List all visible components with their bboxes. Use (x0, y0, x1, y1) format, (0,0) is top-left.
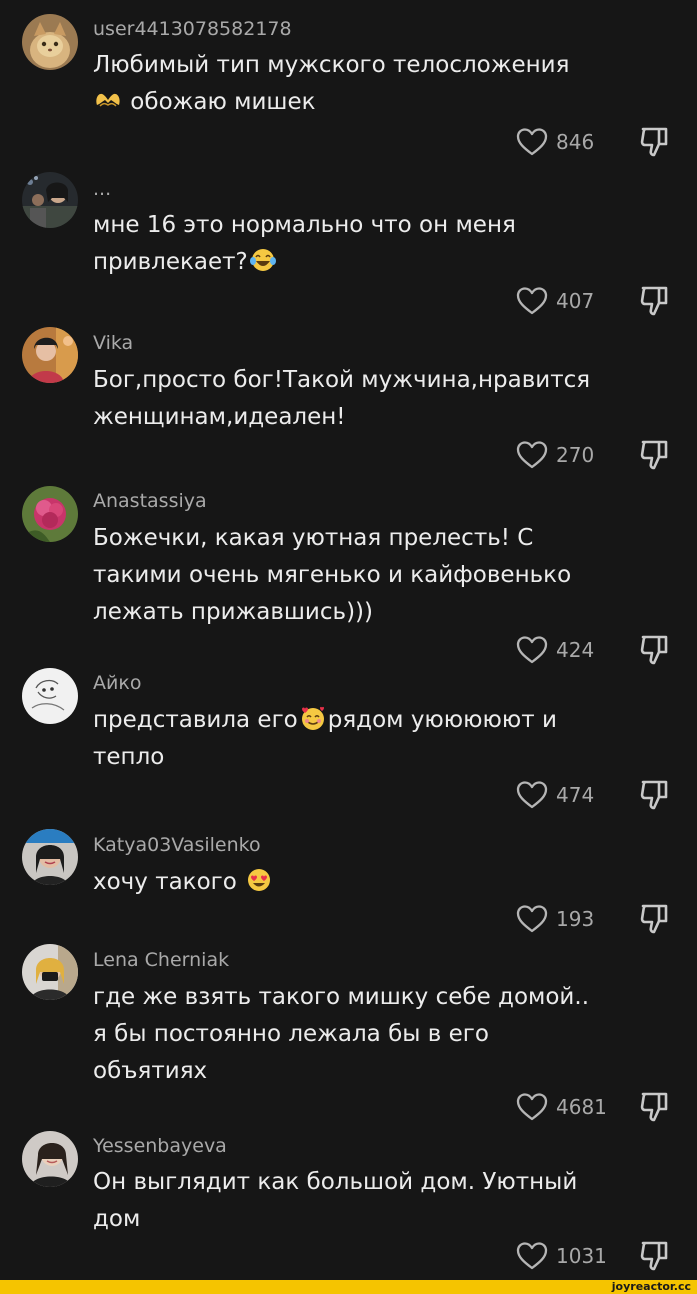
avatar[interactable] (22, 944, 78, 1000)
comment-text-part: Любимый тип мужского телосложения (93, 52, 570, 78)
comment-text-part: хочу такого (93, 869, 245, 895)
avatar[interactable] (22, 327, 78, 383)
like-button[interactable] (514, 283, 550, 319)
avatar[interactable] (22, 668, 78, 724)
comment-username[interactable]: Yessenbayeva (93, 1135, 227, 1157)
dislike-button[interactable] (636, 901, 672, 937)
comment-actions: 270 (0, 437, 697, 473)
smiling-hearts-emoji (299, 705, 327, 731)
heart-icon (516, 128, 548, 156)
avatar[interactable] (22, 1131, 78, 1187)
dislike-button[interactable] (636, 1089, 672, 1125)
like-button[interactable] (514, 1238, 550, 1274)
avatar[interactable] (22, 829, 78, 885)
comment-username[interactable]: Anastassiya (93, 490, 207, 512)
comment-text: хочу такого (93, 864, 653, 901)
comment-username[interactable]: Vika (93, 332, 133, 354)
thumbs-down-icon (640, 1092, 668, 1122)
comment-text-part: мне 16 это нормально что он меня привлек… (93, 212, 516, 275)
comment-actions: 424 (0, 632, 697, 668)
comment-text-part: где же взять такого мишку себе домой.. я… (93, 984, 590, 1084)
comment-text: Бог,просто бог!Такой мужчина,нравится же… (93, 362, 653, 436)
heart-icon (516, 441, 548, 469)
comment-username[interactable]: user4413078582178 (93, 18, 292, 40)
like-count: 1031 (556, 1244, 607, 1268)
like-button[interactable] (514, 777, 550, 813)
comment-actions: 846 (0, 124, 697, 160)
heart-icon (516, 1242, 548, 1270)
comment-text: Он выглядит как большой дом. Уютный дом (93, 1164, 653, 1238)
avatar[interactable] (22, 486, 78, 542)
comment-actions: 4681 (0, 1089, 697, 1125)
thumbs-down-icon (640, 440, 668, 470)
like-count: 4681 (556, 1095, 607, 1119)
tears-of-joy-emoji (249, 247, 277, 273)
comment-actions: 193 (0, 901, 697, 937)
heart-icon (516, 781, 548, 809)
like-button[interactable] (514, 437, 550, 473)
dislike-button[interactable] (636, 1238, 672, 1274)
heart-hands-emoji (94, 87, 122, 113)
watermark-bar: joyreactor.cc (0, 1280, 697, 1294)
dislike-button[interactable] (636, 632, 672, 668)
avatar[interactable] (22, 172, 78, 228)
comment-text-part: Он выглядит как большой дом. Уютный дом (93, 1169, 578, 1232)
heart-icon (516, 1093, 548, 1121)
like-count: 474 (556, 783, 595, 807)
thumbs-down-icon (640, 635, 668, 665)
comment-text-part: представила его (93, 707, 298, 733)
avatar[interactable] (22, 14, 78, 70)
comment-actions: 1031 (0, 1238, 697, 1274)
comments-screen: user4413078582178 Любимый тип мужского т… (0, 0, 697, 1294)
like-button[interactable] (514, 901, 550, 937)
comment-text-part: Бог,просто бог!Такой мужчина,нравится же… (93, 367, 591, 430)
heart-icon (516, 287, 548, 315)
comment-username[interactable]: Lena Cherniak (93, 949, 229, 971)
comment-text: где же взять такого мишку себе домой.. я… (93, 979, 653, 1090)
comment-text-part: Божечки, какая уютная прелесть! С такими… (93, 525, 572, 625)
dislike-button[interactable] (636, 777, 672, 813)
comment-username[interactable]: ... (93, 178, 111, 200)
dislike-button[interactable] (636, 124, 672, 160)
comment-text: мне 16 это нормально что он меня привлек… (93, 207, 653, 281)
comment-text: Божечки, какая уютная прелесть! С такими… (93, 520, 653, 631)
dislike-button[interactable] (636, 437, 672, 473)
like-count: 270 (556, 443, 595, 467)
like-button[interactable] (514, 124, 550, 160)
thumbs-down-icon (640, 780, 668, 810)
comment-actions: 407 (0, 283, 697, 319)
heart-eyes-emoji (245, 867, 273, 893)
thumbs-down-icon (640, 904, 668, 934)
thumbs-down-icon (640, 286, 668, 316)
comment-username[interactable]: Айко (93, 672, 141, 694)
heart-icon (516, 905, 548, 933)
comment-text-part: обожаю мишек (123, 89, 316, 115)
like-count: 407 (556, 289, 595, 313)
like-button[interactable] (514, 1089, 550, 1125)
comment-username[interactable]: Katya03Vasilenko (93, 834, 261, 856)
comment-text: представила его рядом уююююют и тепло (93, 702, 653, 776)
dislike-button[interactable] (636, 283, 672, 319)
heart-icon (516, 636, 548, 664)
like-button[interactable] (514, 632, 550, 668)
like-count: 424 (556, 638, 595, 662)
comment-text: Любимый тип мужского телосложения обожаю… (93, 47, 653, 121)
like-count: 846 (556, 130, 595, 154)
comment-actions: 474 (0, 777, 697, 813)
watermark-text[interactable]: joyreactor.cc (612, 1280, 691, 1294)
like-count: 193 (556, 907, 595, 931)
thumbs-down-icon (640, 127, 668, 157)
thumbs-down-icon (640, 1241, 668, 1271)
